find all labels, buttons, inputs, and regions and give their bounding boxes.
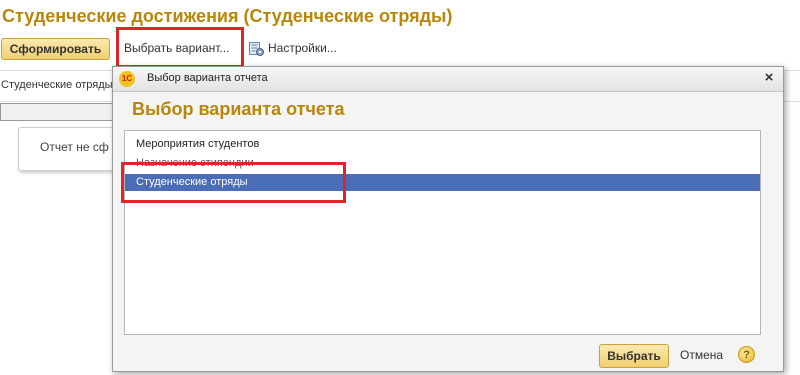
settings-button[interactable]: Настройки... [268,37,337,59]
cancel-button[interactable]: Отмена [680,348,723,362]
dialog-heading: Выбор варианта отчета [132,99,345,119]
app-logo-icon: 1С [119,71,135,87]
page-title: Студенческие достижения (Студенческие от… [2,6,453,26]
choose-button[interactable]: Выбрать [599,344,669,368]
background-input-bar [0,103,113,121]
generate-button[interactable]: Сформировать [1,38,110,60]
settings-icon[interactable] [249,41,264,56]
report-variant-tab[interactable]: Студенческие отряды [0,74,119,96]
help-icon[interactable]: ? [738,346,755,363]
close-icon[interactable]: × [761,70,777,86]
dialog-title: Выбор варианта отчета [147,72,268,84]
report-status-text: Отчет не сф [40,140,109,154]
variant-list[interactable]: Мероприятия студентов Назначение стипенд… [124,130,761,335]
annotation-highlight-choose-variant [116,27,244,68]
annotation-highlight-selected-item [121,162,346,203]
list-item-student-events[interactable]: Мероприятия студентов [125,136,760,153]
